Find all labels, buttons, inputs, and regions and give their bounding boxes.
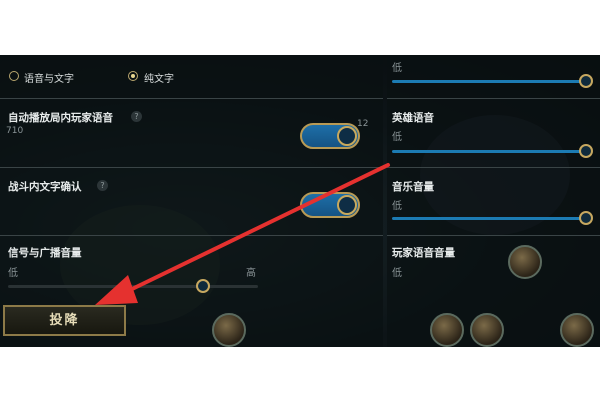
divider bbox=[0, 98, 383, 99]
top-volume-slider[interactable] bbox=[392, 80, 584, 83]
background-number: 710 bbox=[6, 126, 24, 136]
music-volume-slider-knob[interactable] bbox=[579, 211, 593, 225]
hero-avatar bbox=[212, 313, 246, 347]
background-number: 12 bbox=[357, 119, 369, 129]
music-volume-low-label: 低 bbox=[392, 201, 402, 212]
divider bbox=[0, 235, 383, 236]
toggle-knob bbox=[337, 126, 357, 146]
divider bbox=[387, 235, 600, 236]
radio-text-only-label: 纯文字 bbox=[144, 74, 174, 85]
hero-voice-label: 英雄语音 bbox=[392, 112, 434, 124]
divider bbox=[0, 167, 383, 168]
divider bbox=[387, 167, 600, 168]
hero-voice-slider-knob[interactable] bbox=[579, 144, 593, 158]
top-slider-low-label: 低 bbox=[392, 63, 402, 74]
hero-avatar bbox=[560, 313, 594, 347]
music-volume-label: 音乐音量 bbox=[392, 181, 434, 193]
signal-volume-label: 信号与广播音量 bbox=[8, 247, 82, 259]
hero-avatar bbox=[508, 245, 542, 279]
top-volume-slider-knob[interactable] bbox=[579, 74, 593, 88]
divider bbox=[387, 98, 600, 99]
hero-voice-low-label: 低 bbox=[392, 132, 402, 143]
in-battle-text-confirm-label: 战斗内文字确认 bbox=[8, 181, 82, 193]
hero-voice-slider[interactable] bbox=[392, 150, 584, 153]
help-icon[interactable]: ? bbox=[97, 180, 108, 191]
signal-volume-high-label: 高 bbox=[246, 268, 256, 279]
toggle-knob bbox=[337, 195, 357, 215]
in-battle-text-confirm-toggle[interactable] bbox=[300, 192, 360, 218]
music-volume-slider[interactable] bbox=[392, 217, 584, 220]
radio-voice-text[interactable] bbox=[9, 71, 19, 81]
signal-volume-low-label: 低 bbox=[8, 268, 18, 279]
auto-play-voice-label: 自动播放局内玩家语音 bbox=[8, 112, 113, 124]
hero-avatar bbox=[470, 313, 504, 347]
signal-volume-slider-knob[interactable] bbox=[196, 279, 210, 293]
player-voice-low-label: 低 bbox=[392, 268, 402, 279]
player-voice-label: 玩家语音音量 bbox=[392, 247, 455, 259]
help-icon[interactable]: ? bbox=[131, 111, 142, 122]
signal-volume-slider[interactable] bbox=[8, 285, 258, 288]
game-settings-overlay: 语音与文字 纯文字 自动播放局内玩家语音 ? 710 12 战斗内文字确认 ? … bbox=[0, 55, 600, 347]
surrender-button[interactable]: 投降 bbox=[3, 305, 126, 336]
radio-voice-text-label: 语音与文字 bbox=[24, 74, 74, 85]
hero-avatar bbox=[430, 313, 464, 347]
auto-play-voice-toggle[interactable] bbox=[300, 123, 360, 149]
radio-text-only[interactable] bbox=[128, 71, 138, 81]
